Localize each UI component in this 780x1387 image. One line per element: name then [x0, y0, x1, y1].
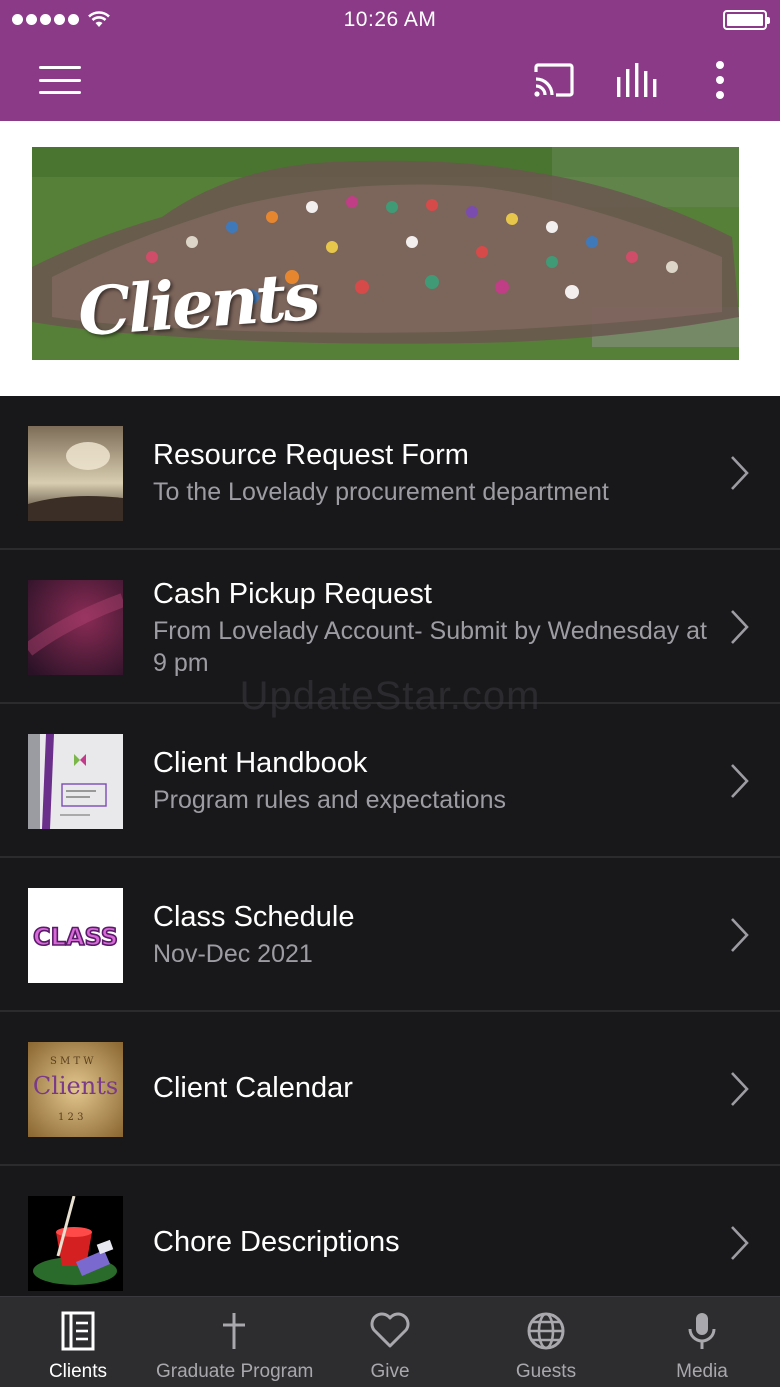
heart-icon	[370, 1312, 410, 1348]
list-item-title: Class Schedule	[153, 901, 355, 933]
bottom-tab-bar: Clients Graduate Program Give Guests Med…	[0, 1296, 780, 1387]
app-header: 10:26 AM	[0, 0, 780, 121]
banner-title: Clients	[75, 256, 320, 352]
list-item[interactable]: CLASS Class Schedule Nov-Dec 2021	[0, 858, 780, 1012]
banner-image: Clients	[32, 147, 739, 360]
chevron-right-icon	[731, 610, 749, 644]
list-item[interactable]: Client Handbook Program rules and expect…	[0, 704, 780, 858]
tab-label: Guests	[515, 1361, 577, 1382]
list-item-subtitle: Nov-Dec 2021	[153, 940, 313, 968]
cast-icon[interactable]	[526, 55, 582, 105]
hamburger-menu-icon[interactable]	[34, 55, 86, 105]
list-item-title: Chore Descriptions	[153, 1226, 400, 1258]
tab-guests[interactable]: Guests	[468, 1297, 624, 1387]
bar-chart-icon[interactable]	[610, 55, 666, 105]
svg-text:1 2 3: 1 2 3	[58, 1112, 83, 1123]
bucket-mop-thumbnail	[28, 1196, 123, 1291]
list-item-subtitle: To the Lovelady procurement department	[153, 478, 609, 506]
cross-icon	[223, 1313, 245, 1349]
list-item[interactable]: Resource Request Form To the Lovelady pr…	[0, 396, 780, 550]
class-text-thumbnail: CLASS	[28, 888, 123, 983]
cloudy-sky-thumbnail	[28, 426, 123, 521]
chevron-right-icon	[731, 764, 749, 798]
chevron-right-icon	[731, 1072, 749, 1106]
list-item-title: Client Handbook	[153, 747, 368, 779]
svg-text:CLASS: CLASS	[33, 923, 118, 951]
chevron-right-icon	[731, 456, 749, 490]
tab-label: Give	[370, 1361, 410, 1382]
microphone-icon	[688, 1313, 716, 1349]
chevron-right-icon	[731, 918, 749, 952]
tab-media[interactable]: Media	[624, 1297, 780, 1387]
status-time: 10:26 AM	[343, 8, 437, 31]
purple-galaxy-thumbnail	[28, 580, 123, 675]
chevron-right-icon	[731, 1226, 749, 1260]
status-bar: 10:26 AM	[0, 0, 780, 40]
list-item-subtitle: From Lovelady Account- Submit by Wednesd…	[153, 617, 707, 677]
globe-icon	[527, 1312, 565, 1350]
tab-clients[interactable]: Clients	[0, 1297, 156, 1387]
banner-section: Clients	[0, 121, 780, 396]
tab-label: Clients	[48, 1361, 108, 1382]
list-item-title: Client Calendar	[153, 1072, 353, 1104]
list-item-subtitle: Program rules and expectations	[153, 786, 506, 814]
document-icon	[61, 1311, 95, 1351]
svg-text:S M T W: S M T W	[50, 1056, 94, 1067]
handbook-cover-thumbnail	[28, 734, 123, 829]
list-item[interactable]: Chore Descriptions	[0, 1166, 780, 1296]
content-list: Resource Request Form To the Lovelady pr…	[0, 396, 780, 1296]
tab-label: Media	[676, 1361, 728, 1382]
list-item-title: Resource Request Form	[153, 439, 469, 471]
tab-graduate-program[interactable]: Graduate Program	[156, 1297, 314, 1387]
more-vertical-icon[interactable]	[700, 55, 740, 105]
battery-icon	[723, 10, 770, 30]
tab-label: Graduate Program	[156, 1361, 314, 1382]
tab-give[interactable]: Give	[312, 1297, 468, 1387]
list-item-title: Cash Pickup Request	[153, 578, 432, 610]
list-item[interactable]: Cash Pickup Request From Lovelady Accoun…	[0, 550, 780, 704]
svg-text:Clients: Clients	[33, 1072, 118, 1100]
clients-calendar-thumbnail: Clients S M T W 1 2 3	[28, 1042, 123, 1137]
list-item[interactable]: Clients S M T W 1 2 3 Client Calendar	[0, 1012, 780, 1166]
